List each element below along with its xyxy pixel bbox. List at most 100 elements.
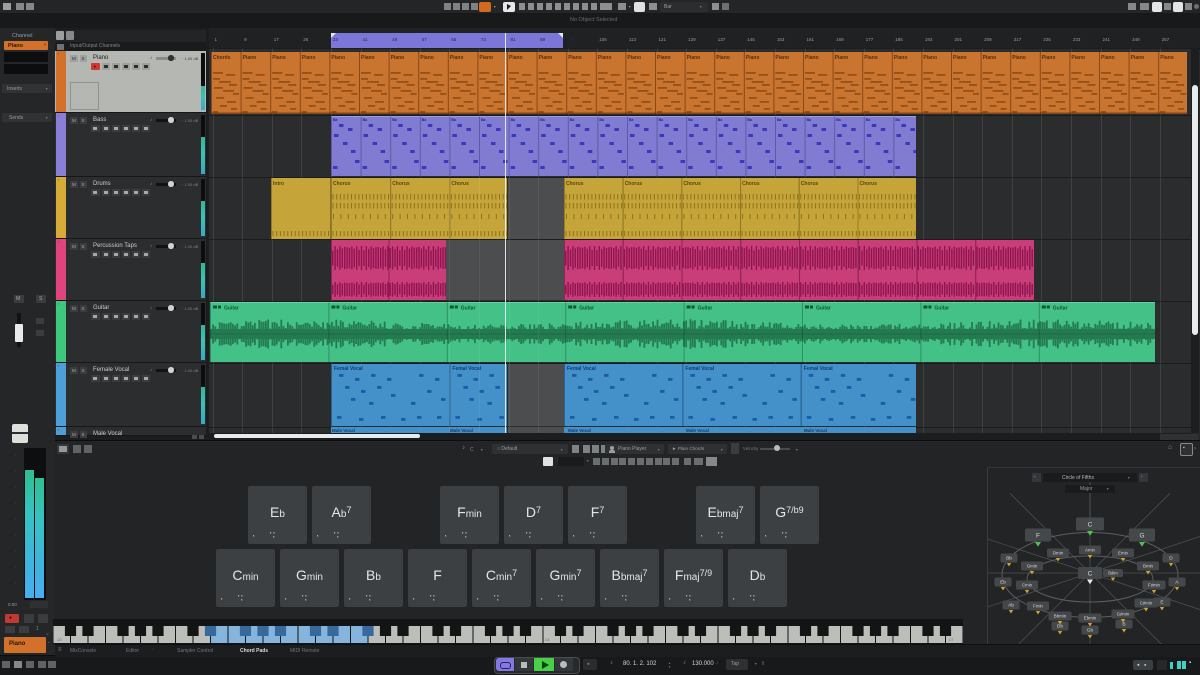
svg-text:Fmin: Fmin xyxy=(1033,604,1043,609)
svg-text:Piano: Piano xyxy=(509,55,523,61)
svg-text:Ba: Ba xyxy=(806,118,811,122)
svg-text:Ba: Ba xyxy=(481,118,486,122)
svg-text:Ba: Ba xyxy=(658,118,663,122)
svg-text:Chorus: Chorus xyxy=(683,181,701,187)
svg-text:Guitar: Guitar xyxy=(1053,306,1068,312)
svg-text:Piano: Piano xyxy=(1012,55,1026,61)
svg-text:F♯min: F♯min xyxy=(1148,583,1161,588)
svg-text:Ba: Ba xyxy=(688,118,693,122)
svg-text:Femal Vocal: Femal Vocal xyxy=(685,366,714,372)
svg-text:Piano: Piano xyxy=(568,55,582,61)
svg-text:Ba: Ba xyxy=(599,118,604,122)
svg-text:Guitar: Guitar xyxy=(934,306,949,312)
svg-text:E: E xyxy=(1160,600,1163,606)
svg-text:C4: C4 xyxy=(545,638,550,642)
svg-text:B: B xyxy=(1122,622,1125,628)
svg-text:C: C xyxy=(1088,521,1093,528)
svg-text:Piano: Piano xyxy=(243,55,257,61)
svg-text:Guitar: Guitar xyxy=(461,306,476,312)
svg-text:Gmin: Gmin xyxy=(1027,564,1038,569)
svg-text:Chorus: Chorus xyxy=(333,181,351,187)
svg-text:Piano: Piano xyxy=(420,55,434,61)
svg-text:Ba: Ba xyxy=(333,118,338,122)
svg-text:Guitar: Guitar xyxy=(698,306,713,312)
svg-text:Piano: Piano xyxy=(894,55,908,61)
svg-text:Piano: Piano xyxy=(1131,55,1145,61)
svg-text:Piano: Piano xyxy=(272,55,286,61)
svg-text:Piano: Piano xyxy=(1071,55,1085,61)
svg-text:Bb: Bb xyxy=(1006,556,1012,562)
svg-text:F: F xyxy=(1036,532,1040,539)
svg-text:Chorus: Chorus xyxy=(392,181,410,187)
svg-text:Ab: Ab xyxy=(1008,603,1014,609)
svg-text:Piano: Piano xyxy=(923,55,937,61)
svg-text:Femal Vocal: Femal Vocal xyxy=(567,366,596,372)
svg-text:Piano: Piano xyxy=(450,55,464,61)
svg-text:Piano: Piano xyxy=(1042,55,1056,61)
svg-text:Chorus: Chorus xyxy=(742,181,760,187)
svg-text:Cmin: Cmin xyxy=(1022,583,1033,588)
svg-text:Piano: Piano xyxy=(775,55,789,61)
svg-text:G: G xyxy=(1139,532,1144,539)
svg-text:Guitar: Guitar xyxy=(579,306,594,312)
svg-text:Piano: Piano xyxy=(716,55,730,61)
svg-text:Piano: Piano xyxy=(805,55,819,61)
svg-text:Piano: Piano xyxy=(539,55,553,61)
svg-text:Chorus: Chorus xyxy=(801,181,819,187)
svg-text:Ba: Ba xyxy=(570,118,575,122)
svg-text:Chorus: Chorus xyxy=(566,181,584,187)
svg-text:Chorus: Chorus xyxy=(859,181,877,187)
svg-text:Piano: Piano xyxy=(687,55,701,61)
svg-text:Db: Db xyxy=(1057,624,1063,630)
svg-text:C♯min: C♯min xyxy=(1140,601,1153,606)
svg-text:Intro: Intro xyxy=(273,181,284,187)
svg-text:C: C xyxy=(1088,570,1093,577)
svg-text:Piano: Piano xyxy=(302,55,316,61)
svg-text:G♯min: G♯min xyxy=(1117,612,1130,617)
svg-text:Ebmin: Ebmin xyxy=(1084,616,1097,621)
svg-text:Piano: Piano xyxy=(1101,55,1115,61)
svg-text:Ba: Ba xyxy=(895,118,900,122)
svg-text:Ba: Ba xyxy=(718,118,723,122)
svg-text:Piano: Piano xyxy=(864,55,878,61)
svg-text:Piano: Piano xyxy=(331,55,345,61)
svg-text:Eb: Eb xyxy=(1000,580,1006,586)
svg-text:Piano: Piano xyxy=(479,55,493,61)
svg-text:Bbmin: Bbmin xyxy=(1054,614,1067,619)
svg-text:Chorus: Chorus xyxy=(625,181,643,187)
svg-text:Ba: Ba xyxy=(362,118,367,122)
svg-text:Ba: Ba xyxy=(629,118,634,122)
svg-text:Ba: Ba xyxy=(747,118,752,122)
svg-text:Piano: Piano xyxy=(835,55,849,61)
svg-text:Femal Vocal: Femal Vocal xyxy=(804,366,833,372)
svg-text:Ba: Ba xyxy=(422,118,427,122)
svg-text:Piano: Piano xyxy=(627,55,641,61)
svg-text:Piano: Piano xyxy=(746,55,760,61)
svg-text:C7: C7 xyxy=(949,638,954,642)
svg-text:Piano: Piano xyxy=(983,55,997,61)
svg-text:Guitar: Guitar xyxy=(816,306,831,312)
svg-text:Piano: Piano xyxy=(391,55,405,61)
svg-text:Ba: Ba xyxy=(866,118,871,122)
svg-text:Guitar: Guitar xyxy=(342,306,357,312)
svg-text:Bdim: Bdim xyxy=(1108,570,1118,575)
svg-text:Femal Vocal: Femal Vocal xyxy=(452,366,481,372)
svg-text:Piano: Piano xyxy=(657,55,671,61)
svg-text:Piano: Piano xyxy=(598,55,612,61)
svg-text:Emin: Emin xyxy=(1118,551,1129,556)
svg-text:Chorus: Chorus xyxy=(451,181,469,187)
svg-text:Femal Vocal: Femal Vocal xyxy=(334,366,363,372)
svg-text:D: D xyxy=(1169,556,1173,562)
svg-text:Piano: Piano xyxy=(953,55,967,61)
svg-text:Chords: Chords xyxy=(213,55,231,61)
svg-text:Dmin: Dmin xyxy=(1053,551,1064,556)
svg-text:Ba: Ba xyxy=(510,118,515,122)
svg-text:Ba: Ba xyxy=(451,118,456,122)
svg-text:Piano: Piano xyxy=(1160,55,1174,61)
svg-text:Ba: Ba xyxy=(392,118,397,122)
svg-text:Bmin: Bmin xyxy=(1143,564,1154,569)
svg-text:Ba: Ba xyxy=(836,118,841,122)
svg-text:Guitar: Guitar xyxy=(224,306,239,312)
svg-text:C0: C0 xyxy=(57,638,62,642)
svg-text:Gb: Gb xyxy=(1087,628,1094,634)
